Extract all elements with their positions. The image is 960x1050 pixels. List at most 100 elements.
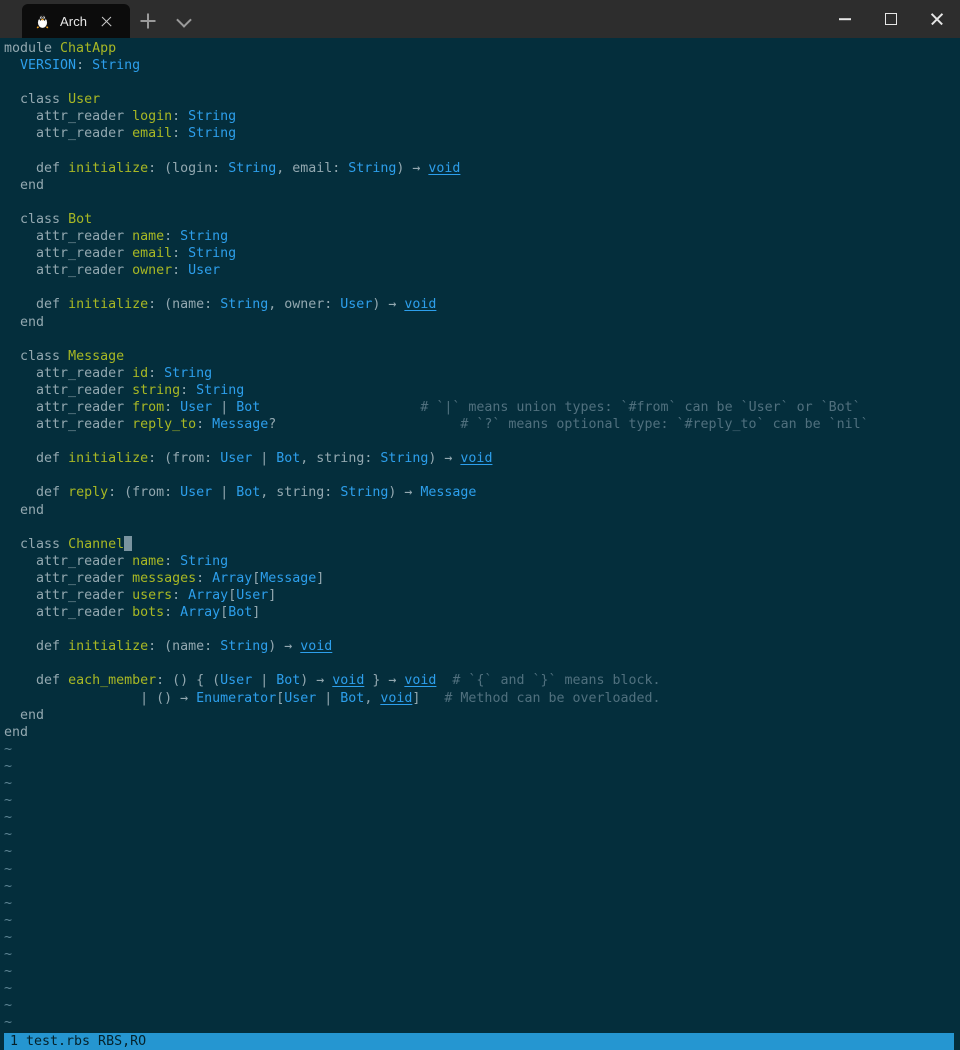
- code-line: class Bot: [4, 211, 960, 228]
- code-token-id: from: [132, 399, 165, 415]
- code-token-punc: | () →: [140, 690, 197, 706]
- code-token-type: String: [220, 297, 269, 313]
- code-token-id: messages: [132, 570, 197, 586]
- code-token-punc: : (name:: [148, 639, 221, 655]
- code-token-com: # `|` means union types: `#from` can be …: [420, 399, 861, 415]
- code-token-type: String: [188, 109, 237, 125]
- code-token-type: String: [340, 485, 389, 501]
- code-token-type: Array: [180, 605, 221, 621]
- code-token-id: each_member: [68, 673, 157, 689]
- code-line: attr_reader from: User | Bot # `|` means…: [4, 399, 960, 416]
- new-tab-button[interactable]: [130, 4, 166, 38]
- code-token-kw: attr_reader: [36, 570, 133, 586]
- code-token-type: User: [220, 451, 253, 467]
- code-line: end: [4, 177, 960, 194]
- code-line: def initialize: (login: String, email: S…: [4, 160, 960, 177]
- code-token-punc: ]: [252, 605, 261, 621]
- code-line: end: [4, 502, 960, 519]
- code-line: class Channel: [4, 535, 960, 553]
- code-token-punc: [: [220, 605, 229, 621]
- close-button[interactable]: [914, 0, 960, 38]
- code-token-kw: end: [20, 314, 45, 330]
- code-token-kw: attr_reader: [36, 229, 133, 245]
- code-token-type: String: [180, 229, 229, 245]
- code-line: def each_member: () { (User | Bot) → voi…: [4, 672, 960, 689]
- minimize-button[interactable]: [822, 0, 868, 38]
- code-line: | () → Enumerator[User | Bot, void] # Me…: [4, 690, 960, 707]
- code-token-type: Message: [260, 570, 317, 586]
- code-token-kw: def: [36, 160, 69, 176]
- code-token-kw: module: [4, 41, 61, 56]
- code-token-type: User: [180, 485, 213, 501]
- code-token-kw: attr_reader: [36, 588, 133, 603]
- text-cursor: [124, 535, 133, 551]
- code-token-type: String: [188, 126, 237, 142]
- code-token-void: void: [428, 160, 461, 176]
- code-token-type: Bot: [228, 605, 253, 621]
- code-token-punc: ) →: [372, 297, 405, 313]
- code-line: attr_reader email: String: [4, 125, 960, 142]
- code-token-type: String: [380, 451, 429, 467]
- window-controls: [822, 0, 960, 38]
- code-line: def initialize: (from: User | Bot, strin…: [4, 450, 960, 467]
- terminal-viewport[interactable]: module ChatApp VERSION: String class Use…: [0, 38, 960, 1050]
- tab-arch[interactable]: Arch: [22, 4, 130, 38]
- code-token-punc: :: [172, 126, 189, 142]
- code-token-punc: ) →: [268, 639, 301, 655]
- code-token-type: String: [188, 246, 237, 262]
- code-token-id: owner: [132, 263, 173, 279]
- code-token-punc: [: [228, 588, 237, 603]
- code-line: attr_reader users: Array[User]: [4, 587, 960, 604]
- code-token-kw: def: [36, 485, 69, 501]
- code-token-void: void: [460, 451, 493, 467]
- maximize-button[interactable]: [868, 0, 914, 38]
- tab-close-icon[interactable]: [98, 13, 115, 30]
- code-token-type: Bot: [276, 451, 301, 467]
- code-token-kw: attr_reader: [36, 399, 133, 415]
- code-line: attr_reader reply_to: Message? # `?` mea…: [4, 416, 960, 433]
- code-token-type: Bot: [276, 673, 301, 689]
- code-token-id: name: [132, 553, 165, 569]
- empty-line-marker: ~: [4, 758, 13, 774]
- empty-line-marker: ~: [4, 964, 13, 980]
- code-token-kw: attr_reader: [36, 553, 133, 569]
- code-token-id: reply_to: [132, 417, 197, 433]
- code-token-id: initialize: [68, 297, 149, 313]
- code-token-punc: ,: [364, 690, 381, 706]
- code-token-type: User: [188, 263, 221, 279]
- code-token-kw: attr_reader: [36, 246, 133, 262]
- tab-menu-button[interactable]: [166, 4, 202, 38]
- empty-line-marker: ~: [4, 861, 13, 877]
- code-token-id: initialize: [68, 639, 149, 655]
- code-token-punc: |: [252, 451, 277, 467]
- code-token-punc: |: [252, 673, 277, 689]
- code-token-kw: end: [20, 707, 45, 723]
- code-token-void: void: [332, 673, 365, 689]
- code-token-type: String: [164, 365, 213, 381]
- code-token-type: VERSION: [20, 58, 77, 74]
- code-token-void: void: [404, 297, 437, 313]
- code-token-punc: |: [212, 399, 237, 415]
- code-token-id: Channel: [68, 536, 125, 552]
